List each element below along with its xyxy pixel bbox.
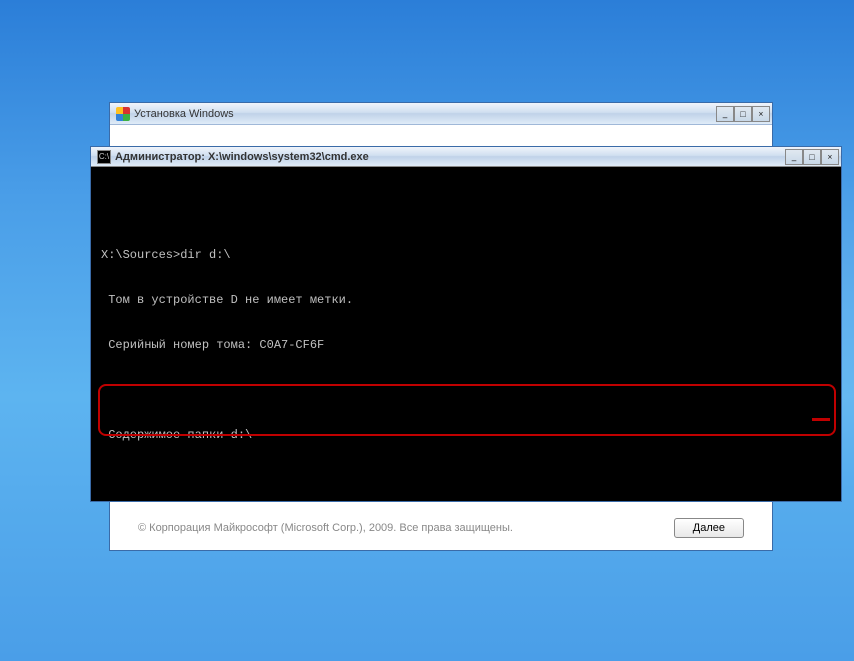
cmd-minimize-button[interactable]: _ xyxy=(785,149,803,165)
copyright-text: © Корпорация Майкрософт (Microsoft Corp.… xyxy=(138,522,513,534)
cmd-output: Серийный номер тома: C0A7-CF6F xyxy=(101,338,831,353)
cmd-output: Содержимое папки d:\ xyxy=(101,428,831,443)
cmd-close-button[interactable]: × xyxy=(821,149,839,165)
cmd-titlebar-buttons: _ □ × xyxy=(785,149,839,165)
cmd-terminal[interactable]: X:\Sources>dir d:\ Том в устройстве D не… xyxy=(91,167,841,501)
cmd-output: Том в устройстве D не имеет метки. xyxy=(101,293,831,308)
installer-title: Установка Windows xyxy=(134,108,234,120)
cmd-maximize-button[interactable]: □ xyxy=(803,149,821,165)
cmd-line: X:\Sources>dir d:\ xyxy=(101,248,831,263)
windows-flag-icon xyxy=(116,107,130,121)
installer-footer: © Корпорация Майкрософт (Microsoft Corp.… xyxy=(138,518,744,538)
cmd-icon: C:\ xyxy=(97,150,111,164)
cmd-titlebar[interactable]: C:\ Администратор: X:\windows\system32\c… xyxy=(91,147,841,167)
cmd-title: Администратор: X:\windows\system32\cmd.e… xyxy=(115,151,369,163)
close-button[interactable]: × xyxy=(752,106,770,122)
installer-titlebar[interactable]: Установка Windows _ □ × xyxy=(110,103,772,125)
minimize-button[interactable]: _ xyxy=(716,106,734,122)
installer-titlebar-buttons: _ □ × xyxy=(716,106,770,122)
cmd-window: C:\ Администратор: X:\windows\system32\c… xyxy=(90,146,842,502)
next-button[interactable]: Далее xyxy=(674,518,744,538)
maximize-button[interactable]: □ xyxy=(734,106,752,122)
